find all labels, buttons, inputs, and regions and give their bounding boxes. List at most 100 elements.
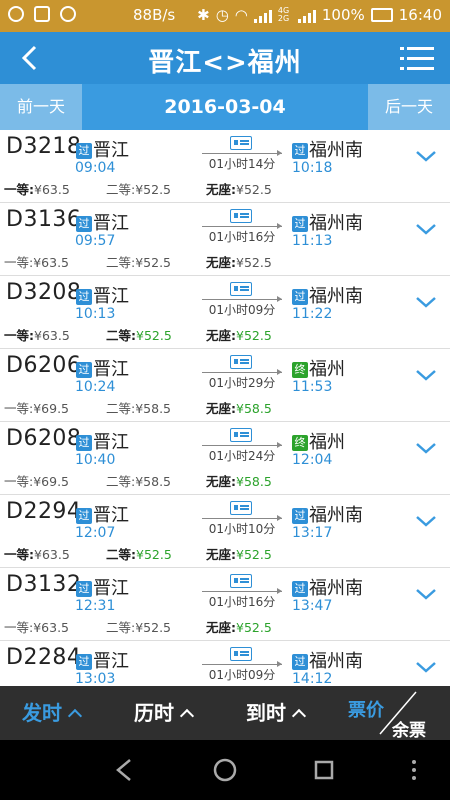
arrival-station: 终福州 <box>292 355 345 381</box>
noseat-price: 无座:¥58.5 <box>206 398 272 417</box>
clock-time: 16:40 <box>398 6 442 24</box>
first-value: ¥69.5 <box>33 401 70 416</box>
duration-block: 01小时14分 <box>202 134 282 174</box>
ticket-icon <box>230 428 252 442</box>
network-type: 4G 2G <box>277 6 290 23</box>
nav-recents-icon[interactable] <box>308 754 340 786</box>
first-price: 一等:¥63.5 <box>4 252 69 271</box>
arrival-station: 过福州南 <box>292 501 363 527</box>
train-number: D3132 <box>6 572 82 597</box>
ticket-icon <box>230 355 252 369</box>
arrival-station: 过福州南 <box>292 282 363 308</box>
arrow-line <box>202 588 282 594</box>
sort-depart-tab[interactable]: 发时 <box>22 686 83 740</box>
departure-time: 10:24 <box>75 379 116 395</box>
pass-badge: 过 <box>292 654 308 670</box>
departure-station: 过晋江 <box>76 209 129 235</box>
train-row[interactable]: D3218 过晋江 09:04 01小时14分过福州南 10:18 一等:¥63.5 二等:… <box>0 130 450 203</box>
chevron-down-icon[interactable] <box>414 290 438 314</box>
chevron-down-icon[interactable] <box>414 655 438 679</box>
current-date[interactable]: 2016-03-04 <box>82 84 368 130</box>
duration-block: 01小时24分 <box>202 426 282 466</box>
pass-badge: 过 <box>292 581 308 597</box>
arrival-time: 10:18 <box>292 160 333 176</box>
sort-duration-label: 历时 <box>134 701 174 725</box>
noseat-price: 无座:¥52.5 <box>206 325 272 344</box>
noseat-price: 无座:¥52.5 <box>206 617 272 636</box>
chevron-down-icon[interactable] <box>414 509 438 533</box>
second-price: 二等:¥52.5 <box>106 179 171 198</box>
first-price: 一等:¥63.5 <box>4 179 70 198</box>
arrow-line <box>202 223 282 229</box>
chevron-down-icon[interactable] <box>414 144 438 168</box>
app-header: 晋江<>福州 <box>0 32 450 84</box>
first-price: 一等:¥69.5 <box>4 471 69 490</box>
noseat-label: 无座: <box>206 547 236 562</box>
signal-icon <box>253 7 272 23</box>
train-row[interactable]: D6206 过晋江 10:24 01小时29分终福州 11:53 一等:¥69.5 二等:¥… <box>0 349 450 422</box>
departure-time: 09:04 <box>75 160 116 176</box>
departure-station-name: 晋江 <box>93 578 129 599</box>
arrival-time: 11:22 <box>292 306 333 322</box>
first-label: 一等: <box>4 328 34 343</box>
duration: 01小时24分 <box>208 449 276 463</box>
noseat-value: ¥52.5 <box>236 328 272 343</box>
menu-button[interactable] <box>400 46 434 72</box>
sort-arrive-tab[interactable]: 到时 <box>246 686 307 740</box>
app-icon <box>60 6 76 22</box>
second-label: 二等: <box>106 328 136 343</box>
second-price: 二等:¥58.5 <box>106 398 171 417</box>
duration: 01小时10分 <box>208 522 276 536</box>
train-row[interactable]: D2294 过晋江 12:07 01小时10分过福州南 13:17 一等:¥63.5 二等:… <box>0 495 450 568</box>
chevron-down-icon[interactable] <box>414 582 438 606</box>
train-row[interactable]: D3208 过晋江 10:13 01小时09分过福州南 11:22 一等:¥63.5 二等:… <box>0 276 450 349</box>
train-row[interactable]: D3136 过晋江 09:57 01小时16分过福州南 11:13 一等:¥63.5 二等:… <box>0 203 450 276</box>
chevron-down-icon[interactable] <box>414 217 438 241</box>
noseat-price: 无座:¥58.5 <box>206 471 272 490</box>
second-label: 二等: <box>106 620 136 635</box>
system-nav-bar <box>0 740 450 800</box>
alarm-icon: ◷ <box>215 6 229 24</box>
noseat-price: 无座:¥52.5 <box>206 179 272 198</box>
departure-time: 09:57 <box>75 233 116 249</box>
sort-duration-tab[interactable]: 历时 <box>134 686 195 740</box>
arrow-line <box>202 661 282 667</box>
chevron-down-icon[interactable] <box>414 436 438 460</box>
arrival-time: 14:12 <box>292 671 333 686</box>
network-speed: 88B/s <box>133 6 176 24</box>
second-price: 二等:¥52.5 <box>106 252 171 271</box>
train-row[interactable]: D3132 过晋江 12:31 01小时16分过福州南 13:47 一等:¥63.5 二等:… <box>0 568 450 641</box>
train-number: D6206 <box>6 353 82 378</box>
train-list[interactable]: D3218 过晋江 09:04 01小时14分过福州南 10:18 一等:¥63.5 二等:… <box>0 130 450 686</box>
second-label: 二等: <box>106 474 136 489</box>
second-value: ¥52.5 <box>135 182 172 197</box>
noseat-value: ¥52.5 <box>236 620 272 635</box>
second-label: 二等: <box>106 401 136 416</box>
ticket-icon <box>230 647 252 661</box>
second-value: ¥52.5 <box>136 547 172 562</box>
noseat-value: ¥52.5 <box>236 255 272 270</box>
arrival-station-name: 福州 <box>309 359 345 380</box>
duration-block: 01小时16分 <box>202 572 282 612</box>
next-day-button[interactable]: 后一天 <box>368 84 450 130</box>
prev-day-button[interactable]: 前一天 <box>0 84 82 130</box>
first-label: 一等: <box>4 474 34 489</box>
first-label: 一等: <box>4 547 34 562</box>
departure-station: 过晋江 <box>76 647 129 673</box>
nav-back-icon[interactable] <box>108 754 140 786</box>
train-row[interactable]: D6208 过晋江 10:40 01小时24分终福州 12:04 一等:¥69.5 二等:¥… <box>0 422 450 495</box>
duration-block: 01小时29分 <box>202 353 282 393</box>
train-row[interactable]: D2284 过晋江 13:03 01小时09分过福州南 14:12 <box>0 641 450 686</box>
pass-badge: 过 <box>76 362 92 378</box>
departure-station-name: 晋江 <box>93 505 129 526</box>
noseat-price: 无座:¥52.5 <box>206 252 272 271</box>
arrow-line <box>202 369 282 375</box>
sort-depart-label: 发时 <box>22 701 62 725</box>
chevron-down-icon[interactable] <box>414 363 438 387</box>
nav-more-icon[interactable] <box>398 754 430 786</box>
nav-home-icon[interactable] <box>209 754 241 786</box>
first-value: ¥69.5 <box>33 474 70 489</box>
departure-station: 过晋江 <box>76 501 129 527</box>
arrow-line <box>202 150 282 156</box>
battery-percent: 100% <box>321 6 365 24</box>
